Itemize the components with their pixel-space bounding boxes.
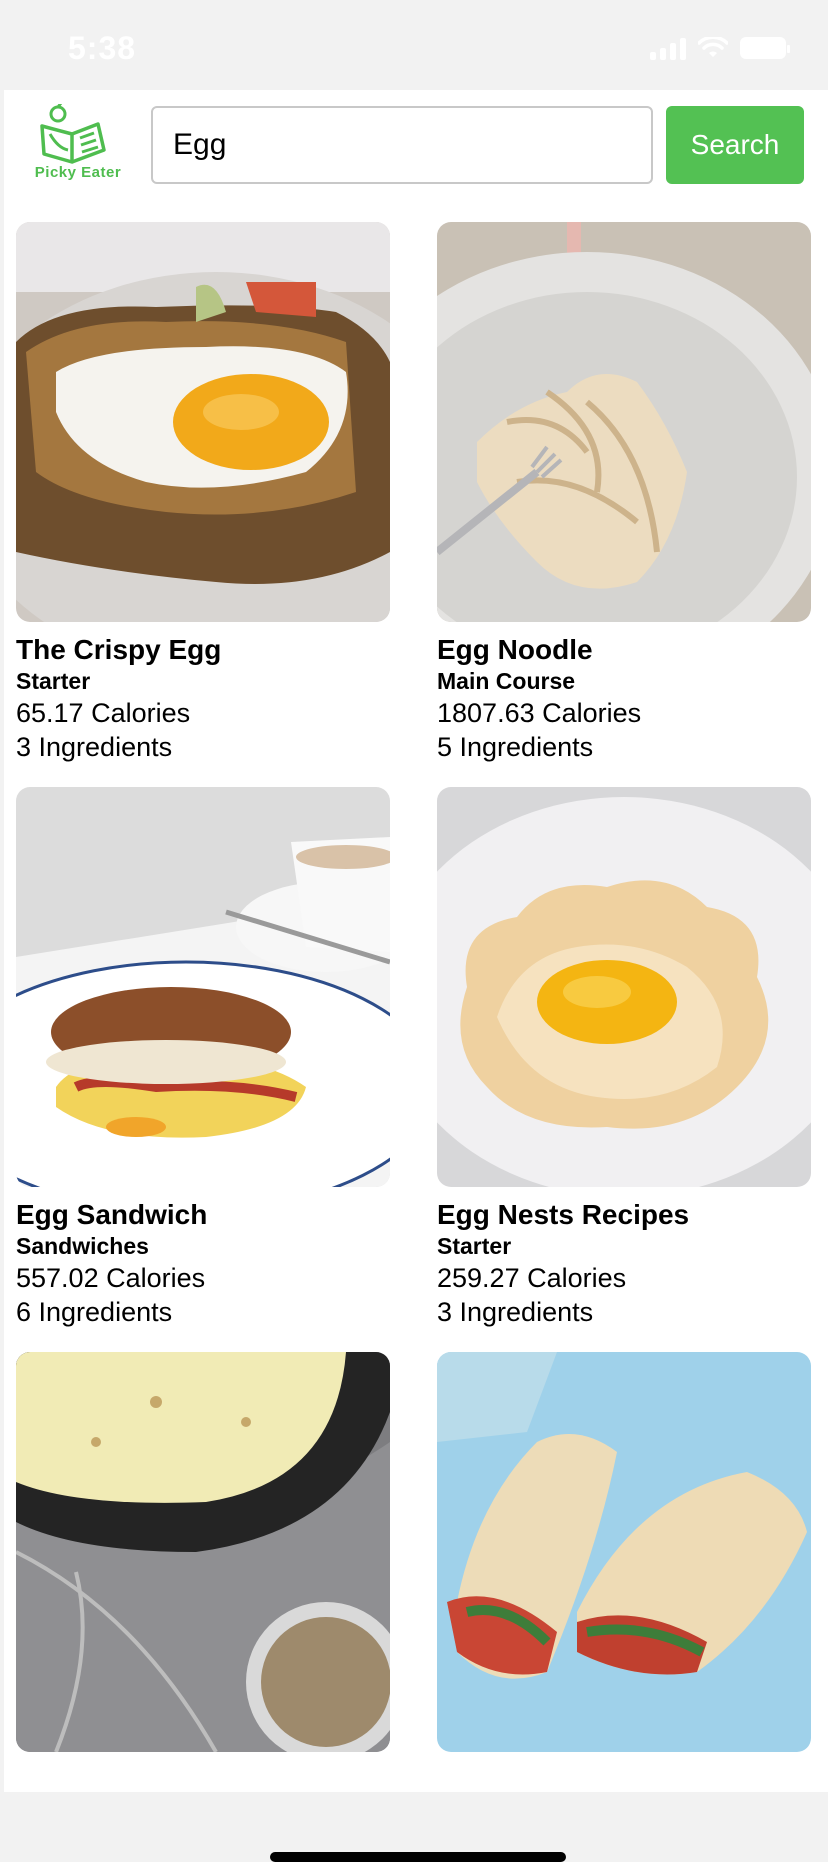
- cellular-signal-icon: [650, 36, 686, 60]
- recipe-title: Egg Nests Recipes: [437, 1199, 690, 1230]
- recipe-category: Starter: [16, 668, 91, 694]
- recipe-photo[interactable]: [16, 222, 390, 622]
- recipe-card[interactable]: Egg Sandwich Sandwiches 557.02 Calories …: [16, 787, 390, 1329]
- content-sheet: Picky Eater Search The Cr: [4, 90, 828, 1862]
- recipe-title: The Crispy Egg: [16, 634, 222, 665]
- recipe-calories: 557.02 Calories: [16, 1263, 206, 1293]
- recipe-calories: 65.17 Calories: [16, 698, 191, 728]
- recipe-calories: 1807.63 Calories: [437, 698, 642, 728]
- status-icons: [650, 36, 790, 60]
- recipe-photo[interactable]: [437, 1352, 811, 1752]
- battery-icon: [740, 37, 790, 59]
- recipe-category: Main Course: [437, 668, 576, 694]
- recipe-category: Sandwiches: [16, 1233, 149, 1259]
- status-bar: 5:38: [0, 0, 828, 90]
- recipe-ingredients: 3 Ingredients: [16, 732, 173, 762]
- recipe-ingredients: 6 Ingredients: [16, 1297, 173, 1327]
- book-apple-logo-icon: [40, 102, 106, 164]
- recipe-photo[interactable]: [437, 787, 811, 1187]
- recipe-card[interactable]: The Crispy Egg Starter 65.17 Calories 3 …: [16, 222, 390, 764]
- recipe-photo[interactable]: [437, 222, 811, 622]
- recipe-title: Egg Sandwich: [16, 1199, 208, 1230]
- recipe-photo[interactable]: [16, 1352, 390, 1752]
- app-logo: Picky Eater: [30, 102, 126, 186]
- recipe-calories: 259.27 Calories: [437, 1263, 627, 1293]
- home-indicator[interactable]: [270, 1852, 566, 1862]
- status-time: 5:38: [68, 30, 137, 66]
- recipe-ingredients: 5 Ingredients: [437, 732, 594, 762]
- recipe-title: Egg Noodle: [437, 634, 593, 665]
- recipe-card[interactable]: Egg Noodle Main Course 1807.63 Calories …: [437, 222, 811, 764]
- recipe-card[interactable]: [437, 1352, 811, 1764]
- recipe-card[interactable]: [16, 1352, 390, 1764]
- wifi-icon: [698, 37, 728, 57]
- search-input[interactable]: [151, 106, 653, 184]
- logo-text: Picky Eater: [34, 164, 122, 181]
- recipe-category: Starter: [437, 1233, 512, 1259]
- recipe-photo[interactable]: [16, 787, 390, 1187]
- search-button[interactable]: Search: [666, 106, 804, 184]
- recipe-ingredients: 3 Ingredients: [437, 1297, 594, 1327]
- recipe-card[interactable]: Egg Nests Recipes Starter 259.27 Calorie…: [437, 787, 811, 1329]
